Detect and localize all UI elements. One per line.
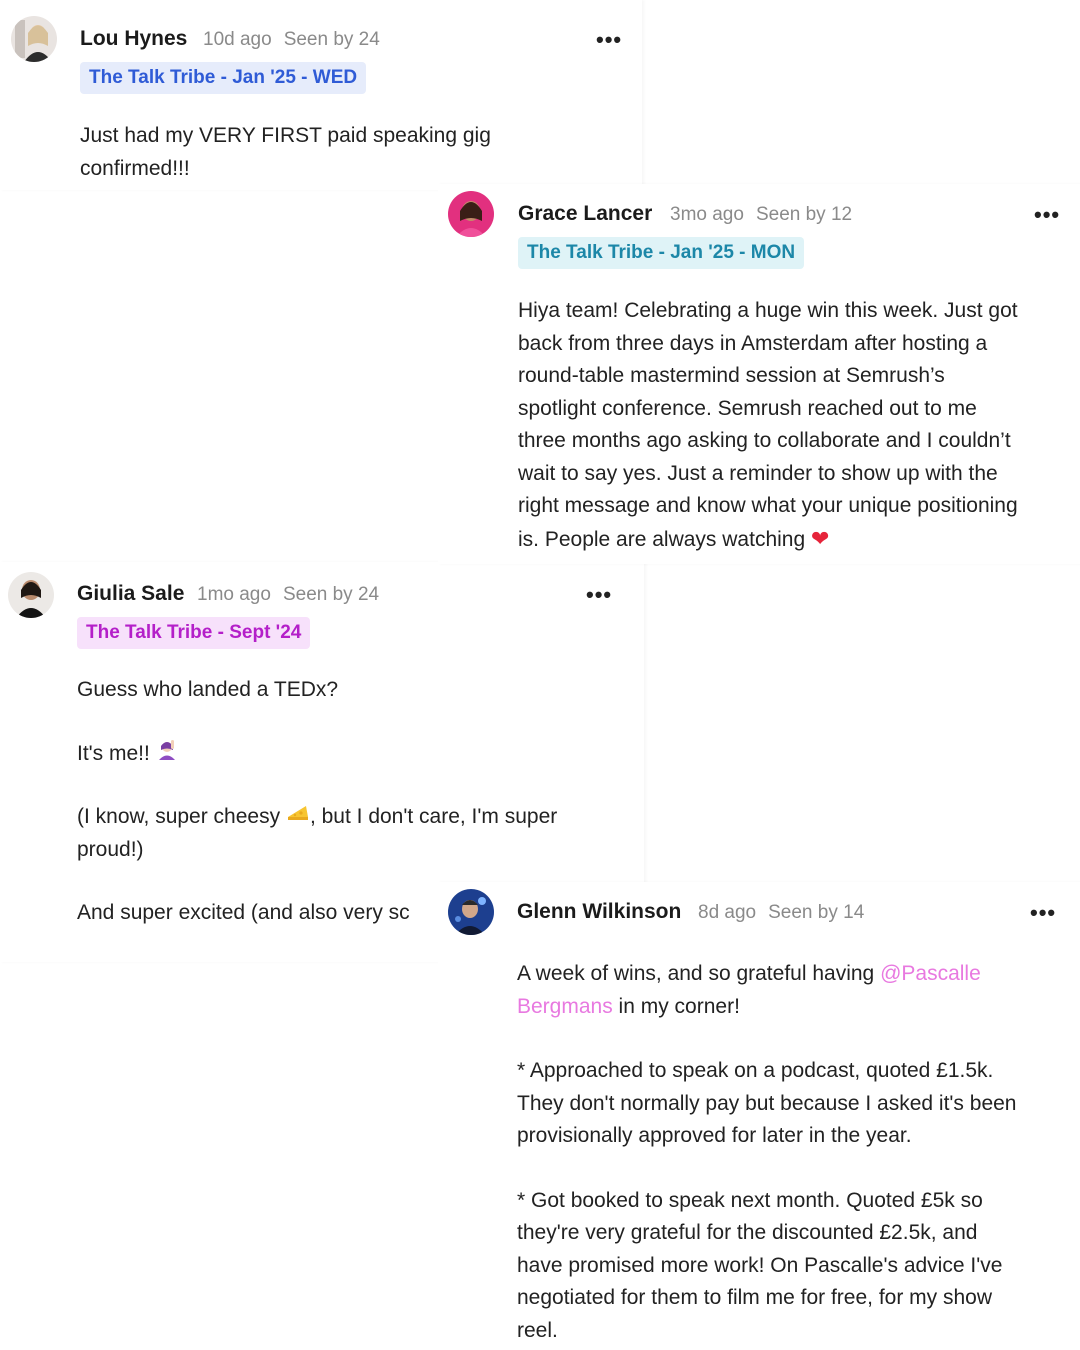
post-text-line: Bergmans in my corner! xyxy=(517,991,1077,1024)
post-card-grace-lancer: Grace Lancer 3mo ago Seen by 12 ••• The T… xyxy=(438,184,1080,564)
mention-link[interactable]: Bergmans xyxy=(517,995,613,1018)
post-text-line: Hiya team! Celebrating a huge win this w… xyxy=(518,299,1018,322)
post-text-line: Just had my VERY FIRST paid speaking gig xyxy=(80,124,491,147)
post-text-line: Guess who landed a TEDx? xyxy=(77,678,339,701)
post-meta: 10d ago Seen by 24 xyxy=(203,29,380,51)
avatar-photo-icon xyxy=(11,16,57,62)
post-text: in my corner! xyxy=(612,994,740,1018)
seen-count[interactable]: Seen by 14 xyxy=(768,902,864,923)
group-tag[interactable]: The Talk Tribe - Jan '25 - WED xyxy=(80,62,367,94)
post-text-line: (I know, super cheesy , but I don't care… xyxy=(77,801,637,834)
post-text-line: It's me!! xyxy=(77,738,637,771)
post-text: (I know, super cheesy xyxy=(77,805,281,829)
post-text-line: right message and know what your unique … xyxy=(518,494,1018,517)
post-body: A week of wins, and so grateful having @… xyxy=(517,958,1077,1347)
avatar-glenn-wilkinson[interactable] xyxy=(448,889,494,935)
more-options-button[interactable]: ••• xyxy=(1034,204,1060,226)
post-time: 1mo ago xyxy=(197,584,271,605)
post-text-line: spotlight conference. Semrush reached ou… xyxy=(518,396,977,420)
avatar-giulia-sale[interactable] xyxy=(8,572,54,618)
post-text-line: A week of wins, and so grateful having @… xyxy=(517,958,1077,991)
more-options-button[interactable]: ••• xyxy=(586,584,612,606)
author-name[interactable]: Glenn Wilkinson xyxy=(517,900,681,924)
cheese-emoji-icon xyxy=(286,801,310,834)
post-text-line: wait to say yes. Just a reminder to show… xyxy=(518,461,998,485)
seen-count[interactable]: Seen by 24 xyxy=(283,584,379,605)
post-text-line: * Got booked to speak next month. Quoted… xyxy=(517,1188,983,1212)
post-text-line: have promised more work! On Pascalle's a… xyxy=(517,1253,1003,1277)
avatar-photo-icon xyxy=(448,191,494,237)
more-options-button[interactable]: ••• xyxy=(1030,902,1056,924)
post-meta: 3mo ago Seen by 12 xyxy=(670,204,852,226)
author-name[interactable]: Lou Hynes xyxy=(80,27,187,51)
post-card-lou-hynes: Lou Hynes 10d ago Seen by 24 ••• The Talk… xyxy=(0,0,642,190)
post-text-line: They don't normally pay but because I as… xyxy=(517,1091,1017,1115)
post-text-line: confirmed!!! xyxy=(80,156,190,180)
post-meta: 1mo ago Seen by 24 xyxy=(197,584,379,606)
avatar-grace-lancer[interactable] xyxy=(448,191,494,237)
post-text-line: proud!) xyxy=(77,837,144,861)
avatar-lou-hynes[interactable] xyxy=(11,16,57,62)
post-meta: 8d ago Seen by 14 xyxy=(698,902,864,924)
post-body: Just had my VERY FIRST paid speaking gig… xyxy=(80,120,630,185)
group-tag[interactable]: The Talk Tribe - Jan '25 - MON xyxy=(518,237,805,269)
post-time: 3mo ago xyxy=(670,204,744,225)
post-text: , but I don't care, I'm super xyxy=(309,805,558,829)
post-text-line: back from three days in Amsterdam after … xyxy=(518,331,988,355)
author-name[interactable]: Giulia Sale xyxy=(77,582,184,606)
post-text-line: * Approached to speak on a podcast, quot… xyxy=(517,1059,994,1082)
post-text-line: provisionally approved for later in the … xyxy=(517,1124,912,1147)
post-text-line: is. People are always watching ❤ xyxy=(518,523,1078,557)
raising-hand-emoji-icon xyxy=(156,738,178,771)
post-time: 8d ago xyxy=(698,902,757,923)
group-tag[interactable]: The Talk Tribe - Sept '24 xyxy=(77,617,311,649)
heart-emoji-icon: ❤ xyxy=(811,525,830,551)
post-text-line: three months ago asking to collaborate a… xyxy=(518,429,1011,452)
post-text: It's me!! xyxy=(77,741,150,765)
avatar-photo-icon xyxy=(8,572,54,618)
mention-link[interactable]: @Pascalle xyxy=(880,962,981,985)
more-options-button[interactable]: ••• xyxy=(596,29,622,51)
post-card-glenn-wilkinson: Glenn Wilkinson 8d ago Seen by 14 ••• A w… xyxy=(438,882,1080,1350)
post-body: Hiya team! Celebrating a huge win this w… xyxy=(518,295,1078,556)
post-text-line: negotiated for them to film me for free,… xyxy=(517,1286,993,1309)
avatar-photo-icon xyxy=(448,889,494,935)
post-text: is. People are always watching xyxy=(518,527,806,551)
post-time: 10d ago xyxy=(203,29,272,50)
seen-count[interactable]: Seen by 12 xyxy=(756,204,852,225)
post-text: A week of wins, and so grateful having xyxy=(517,962,881,985)
post-text-line: round-table mastermind session at Semrus… xyxy=(518,364,945,387)
post-text-line: they're very grateful for the discounted… xyxy=(517,1221,978,1244)
author-name[interactable]: Grace Lancer xyxy=(518,202,652,226)
seen-count[interactable]: Seen by 24 xyxy=(284,29,380,50)
post-text-line: reel. xyxy=(517,1318,558,1342)
